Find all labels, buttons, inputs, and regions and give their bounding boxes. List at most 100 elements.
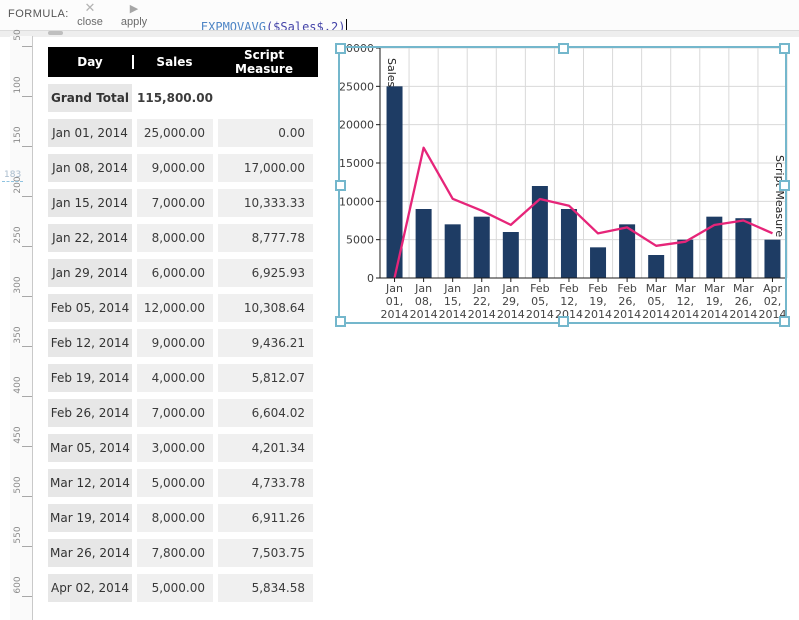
x-axis-category-label: Mar 19, 2014 (700, 282, 728, 321)
table-header-row: Day Sales Script Measure (48, 47, 318, 77)
cell-script-measure-value[interactable]: 17,000.00 (218, 154, 313, 182)
bar-sales[interactable] (444, 224, 461, 278)
ruler-tick (22, 196, 32, 197)
x-axis-category-label: Jan 01, 2014 (381, 282, 409, 321)
row-label-day[interactable]: Jan 01, 2014 (48, 119, 132, 147)
selection-handle-bottom-right[interactable] (779, 316, 790, 327)
selection-handle-bottom-left[interactable] (335, 316, 346, 327)
x-axis-category-label: Jan 29, 2014 (497, 282, 525, 321)
cell-script-measure-value[interactable]: 6,911.26 (218, 504, 313, 532)
cell-script-measure-value[interactable]: 10,333.33 (218, 189, 313, 217)
cell-sales-value[interactable]: 7,000.00 (137, 189, 213, 217)
cell-script-measure-value[interactable]: 5,834.58 (218, 574, 313, 602)
selection-handle-middle-right[interactable] (779, 180, 790, 191)
cell-sales-value[interactable]: 7,800.00 (137, 539, 213, 567)
row-label-day[interactable]: Apr 02, 2014 (48, 574, 132, 602)
column-header-sales[interactable]: Sales (134, 55, 215, 69)
apply-play-icon: ▶ (129, 2, 139, 15)
cell-sales-value[interactable]: 9,000.00 (137, 329, 213, 357)
bar-sales[interactable] (735, 218, 752, 278)
cell-sales-value[interactable]: 5,000.00 (137, 574, 213, 602)
row-label-day[interactable]: Mar 26, 2014 (48, 539, 132, 567)
x-axis-category-label: Jan 22, 2014 (468, 282, 496, 321)
row-label-day[interactable]: Jan 22, 2014 (48, 224, 132, 252)
ruler-tick-label: 600 (13, 576, 23, 594)
selection-handle-bottom-middle[interactable] (557, 316, 569, 327)
ruler-tick-label: 450 (13, 426, 23, 444)
cell-script-measure-value[interactable]: 4,201.34 (218, 434, 313, 462)
selection-handle-middle-left[interactable] (335, 180, 346, 191)
column-header-script-measure[interactable]: Script Measure (215, 48, 313, 76)
vertical-ruler: 50 100 150 200 250 300 350 400 450 500 550 600 (10, 29, 33, 620)
cell-sales-value[interactable]: 4,000.00 (137, 364, 213, 392)
cell-sales-value[interactable]: 25,000.00 (137, 119, 213, 147)
row-label-day[interactable]: Feb 05, 2014 (48, 294, 132, 322)
selection-handle-top-left[interactable] (335, 43, 346, 54)
ruler-tick-label: 550 (13, 526, 23, 544)
cell-script-measure-value[interactable]: 5,812.07 (218, 364, 313, 392)
ruler-tick (22, 296, 32, 297)
x-axis-category-label: Jan 15, 2014 (439, 282, 467, 321)
bar-sales[interactable] (619, 224, 636, 278)
row-label-day[interactable]: Jan 15, 2014 (48, 189, 132, 217)
cell-sales-grand-total[interactable]: 115,800.00 (137, 84, 213, 112)
close-button[interactable]: ✕ close (68, 1, 112, 29)
cell-sales-value[interactable]: 8,000.00 (137, 504, 213, 532)
bar-sales[interactable] (473, 216, 490, 278)
x-axis-category-label: Mar 26, 2014 (729, 282, 757, 321)
cell-sales-value[interactable]: 6,000.00 (137, 259, 213, 287)
cell-sales-value[interactable]: 7,000.00 (137, 399, 213, 427)
row-label-day[interactable]: Feb 19, 2014 (48, 364, 132, 392)
bar-sales[interactable] (764, 239, 781, 278)
row-label-day[interactable]: Mar 19, 2014 (48, 504, 132, 532)
cell-script-measure-value[interactable]: 6,925.93 (218, 259, 313, 287)
combo-chart[interactable]: 0 5000 10000 15000 20000 25000 30000 Jan 01, 2014… (330, 33, 799, 343)
row-label-day[interactable]: Feb 26, 2014 (48, 399, 132, 427)
ruler-tick-label: 400 (13, 376, 23, 394)
cell-script-measure-value[interactable]: 9,436.21 (218, 329, 313, 357)
x-axis-category-label: Feb 19, 2014 (584, 282, 612, 321)
formula-input[interactable]: EXPMOVAVG($Sales$,2) (172, 5, 348, 37)
crosstab-table[interactable]: Day Sales Script Measure Grand Total 115,… (48, 47, 318, 602)
row-label-day[interactable]: Mar 12, 2014 (48, 469, 132, 497)
selection-handle-top-middle[interactable] (557, 43, 569, 54)
ruler-tick (22, 596, 32, 597)
ruler-tick (22, 146, 32, 147)
row-label-grand-total[interactable]: Grand Total (48, 84, 132, 112)
x-axis-category-label: Mar 05, 2014 (642, 282, 670, 321)
cell-sales-value[interactable]: 5,000.00 (137, 469, 213, 497)
cell-sales-value[interactable]: 8,000.00 (137, 224, 213, 252)
bar-sales[interactable] (415, 209, 432, 278)
row-label-day[interactable]: Jan 29, 2014 (48, 259, 132, 287)
selection-handle-top-right[interactable] (779, 43, 790, 54)
apply-button[interactable]: ▶ apply (112, 1, 156, 29)
bar-sales[interactable] (590, 247, 607, 278)
bar-sales[interactable] (677, 239, 694, 278)
cell-sales-value[interactable]: 3,000.00 (137, 434, 213, 462)
column-header-day[interactable]: Day (48, 55, 134, 69)
cell-script-measure-value[interactable]: 0.00 (218, 119, 313, 147)
row-label-day[interactable]: Feb 12, 2014 (48, 329, 132, 357)
row-label-day[interactable]: Mar 05, 2014 (48, 434, 132, 462)
ruler-tick (22, 96, 32, 97)
row-label-day[interactable]: Jan 08, 2014 (48, 154, 132, 182)
cell-script-measure-value[interactable]: 8,777.78 (218, 224, 313, 252)
y-axis-tick-label: 25000 (339, 80, 374, 93)
cell-script-measure-value[interactable]: 10,308.64 (218, 294, 313, 322)
ruler-tick (22, 546, 32, 547)
close-button-label: close (77, 16, 103, 28)
cell-script-measure-value[interactable]: 4,733.78 (218, 469, 313, 497)
cell-script-measure-value[interactable]: 7,503.75 (218, 539, 313, 567)
formula-bar-label: FORMULA: (8, 8, 69, 20)
ruler-tick-label: 350 (13, 326, 23, 344)
bar-sales[interactable] (648, 255, 665, 278)
cell-script-grand-total[interactable] (218, 84, 313, 112)
bar-sales[interactable] (502, 232, 519, 278)
cell-sales-value[interactable]: 12,000.00 (137, 294, 213, 322)
cell-script-measure-value[interactable]: 6,604.02 (218, 399, 313, 427)
cell-sales-value[interactable]: 9,000.00 (137, 154, 213, 182)
chart-canvas[interactable]: 050001000015000200002500030000Jan 01, 2014… (330, 33, 799, 333)
x-axis-category-label: Mar 12, 2014 (671, 282, 699, 321)
bar-sales[interactable] (560, 209, 577, 278)
series-label-sales: Sales (385, 58, 398, 88)
